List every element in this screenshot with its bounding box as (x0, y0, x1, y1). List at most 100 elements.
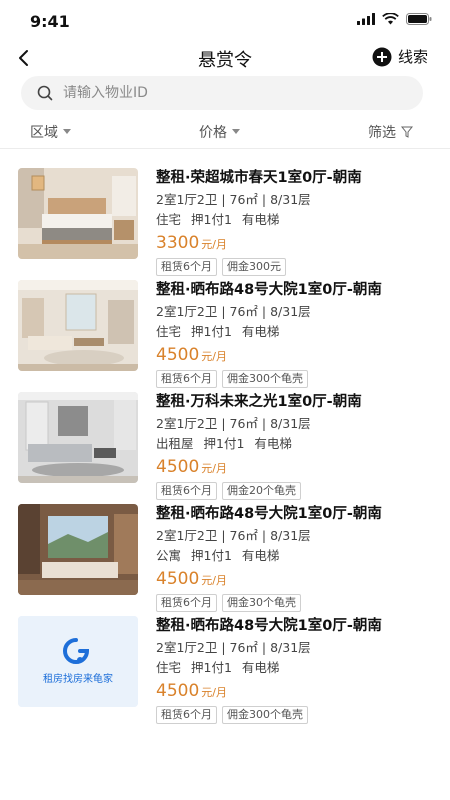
listing-features: 公寓 押1付1 有电梯 (156, 547, 442, 565)
more-filter[interactable]: 筛选 (368, 122, 413, 142)
price-unit: 元/月 (201, 238, 227, 251)
listing-image (18, 392, 138, 483)
price-value: 4500 (156, 681, 200, 701)
listing-item[interactable]: 租房找房来龟家 整租·晒布路48号大院1室0厅-朝南 2室1厅2卫 | 76㎡ … (0, 616, 450, 726)
listing-features: 住宅 押1付1 有电梯 (156, 211, 442, 229)
price-unit: 元/月 (201, 574, 227, 587)
listing-features: 住宅 押1付1 有电梯 (156, 659, 442, 677)
listing-title: 整租·晒布路48号大院1室0厅-朝南 (156, 282, 382, 298)
listing-specs: 2室1厅2卫 | 76㎡ | 8/31层 (156, 640, 311, 655)
status-bar: 9:41 (0, 0, 450, 44)
listing-elevator: 有电梯 (241, 212, 280, 227)
listing-elevator: 有电梯 (254, 436, 292, 451)
funnel-icon (401, 126, 413, 138)
listing-price: 4500 元/月 (156, 568, 442, 592)
listing-tags: 租赁6个月 佣金30个龟壳 (156, 594, 442, 612)
price-value: 4500 (156, 345, 200, 365)
listing-item[interactable]: 整租·晒布路48号大院1室0厅-朝南 2室1厅2卫 | 76㎡ | 8/31层 … (0, 504, 450, 614)
listing-type: 公寓 (156, 548, 182, 563)
listing-specs: 2室1厅2卫 | 76㎡ | 8/31层 (156, 304, 311, 319)
search-bar[interactable] (21, 76, 423, 110)
listing-elevator: 有电梯 (241, 548, 280, 563)
lead-button[interactable]: 线索 (372, 46, 428, 67)
listing-features: 住宅 押1付1 有电梯 (156, 323, 442, 341)
price-filter-label: 价格 (199, 125, 227, 141)
listing-image (18, 168, 138, 259)
signal-icon (357, 13, 375, 25)
lease-tag: 租赁6个月 (156, 258, 217, 276)
status-icons (357, 13, 432, 25)
lead-label: 线索 (397, 48, 428, 66)
listing-price: 4500 元/月 (156, 456, 442, 480)
listing-tags: 租赁6个月 佣金300个龟壳 (156, 706, 442, 724)
add-circle-icon (372, 47, 392, 66)
wifi-icon (382, 13, 399, 25)
lease-tag: 租赁6个月 (156, 594, 217, 612)
price-unit: 元/月 (201, 462, 227, 475)
listing-info: 整租·万科未来之光1室0厅-朝南 2室1厅2卫 | 76㎡ | 8/31层 出租… (156, 392, 442, 500)
listing-item[interactable]: 整租·荣超城市春天1室0厅-朝南 2室1厅2卫 | 76㎡ | 8/31层 住宅… (0, 168, 450, 278)
listing-title: 整租·荣超城市春天1室0厅-朝南 (156, 170, 362, 186)
listing-payment: 押1付1 (191, 324, 232, 339)
listing-features: 出租屋 押1付1 有电梯 (156, 435, 442, 453)
price-filter[interactable]: 价格 (199, 122, 240, 142)
commission-tag: 佣金300元 (222, 258, 286, 276)
price-value: 3300 (156, 233, 200, 253)
listing-specs: 2室1厅2卫 | 76㎡ | 8/31层 (156, 528, 311, 543)
listing-payment: 押1付1 (203, 436, 245, 451)
listing-title: 整租·晒布路48号大院1室0厅-朝南 (156, 618, 382, 634)
listing-elevator: 有电梯 (241, 324, 280, 339)
listing-info: 整租·晒布路48号大院1室0厅-朝南 2室1厅2卫 | 76㎡ | 8/31层 … (156, 616, 442, 724)
price-unit: 元/月 (201, 350, 227, 363)
listing-specs: 2室1厅2卫 | 76㎡ | 8/31层 (156, 192, 311, 207)
battery-icon (406, 13, 432, 25)
turtle-logo-icon: 租房找房来龟家 (18, 616, 138, 707)
lease-tag: 租赁6个月 (156, 370, 217, 388)
listing-elevator: 有电梯 (241, 660, 280, 675)
price-value: 4500 (156, 457, 200, 477)
commission-tag: 佣金30个龟壳 (222, 594, 301, 612)
commission-tag: 佣金300个龟壳 (222, 370, 308, 388)
search-input[interactable] (63, 85, 383, 101)
listing-image: 租房找房来龟家 (18, 616, 138, 707)
search-icon (37, 85, 53, 101)
listing-type: 出租屋 (156, 436, 194, 451)
listing-type: 住宅 (156, 324, 182, 339)
listing-image (18, 280, 138, 371)
more-filter-label: 筛选 (368, 125, 396, 141)
listing-tags: 租赁6个月 佣金20个龟壳 (156, 482, 442, 500)
listing-payment: 押1付1 (191, 212, 232, 227)
status-time: 9:41 (30, 12, 70, 31)
caret-down-icon (232, 129, 240, 134)
logo-text: 租房找房来龟家 (43, 672, 113, 685)
listing-price: 4500 元/月 (156, 344, 442, 368)
area-filter-label: 区域 (30, 125, 58, 141)
listing-title: 整租·晒布路48号大院1室0厅-朝南 (156, 506, 382, 522)
filter-bar: 区域 价格 筛选 (0, 118, 450, 148)
area-filter[interactable]: 区域 (30, 122, 71, 142)
listing-specs: 2室1厅2卫 | 76㎡ | 8/31层 (156, 416, 311, 431)
listing-item[interactable]: 整租·万科未来之光1室0厅-朝南 2室1厅2卫 | 76㎡ | 8/31层 出租… (0, 392, 450, 502)
listing-tags: 租赁6个月 佣金300个龟壳 (156, 370, 442, 388)
listing-info: 整租·晒布路48号大院1室0厅-朝南 2室1厅2卫 | 76㎡ | 8/31层 … (156, 504, 442, 612)
price-unit: 元/月 (201, 686, 227, 699)
listing-item[interactable]: 整租·晒布路48号大院1室0厅-朝南 2室1厅2卫 | 76㎡ | 8/31层 … (0, 280, 450, 390)
listing-type: 住宅 (156, 660, 182, 675)
lease-tag: 租赁6个月 (156, 706, 217, 724)
listing-payment: 押1付1 (191, 660, 232, 675)
listing-image (18, 504, 138, 595)
listing-price: 4500 元/月 (156, 680, 442, 704)
filter-divider (0, 148, 450, 149)
lease-tag: 租赁6个月 (156, 482, 217, 500)
price-value: 4500 (156, 569, 200, 589)
listing-type: 住宅 (156, 212, 182, 227)
listing-title: 整租·万科未来之光1室0厅-朝南 (156, 394, 362, 410)
commission-tag: 佣金300个龟壳 (222, 706, 308, 724)
listing-tags: 租赁6个月 佣金300元 (156, 258, 442, 276)
commission-tag: 佣金20个龟壳 (222, 482, 301, 500)
listing-price: 3300 元/月 (156, 232, 442, 256)
nav-bar: 悬赏令 线索 (0, 40, 450, 76)
caret-down-icon (63, 129, 71, 134)
listing-payment: 押1付1 (191, 548, 232, 563)
listing-info: 整租·荣超城市春天1室0厅-朝南 2室1厅2卫 | 76㎡ | 8/31层 住宅… (156, 168, 442, 276)
